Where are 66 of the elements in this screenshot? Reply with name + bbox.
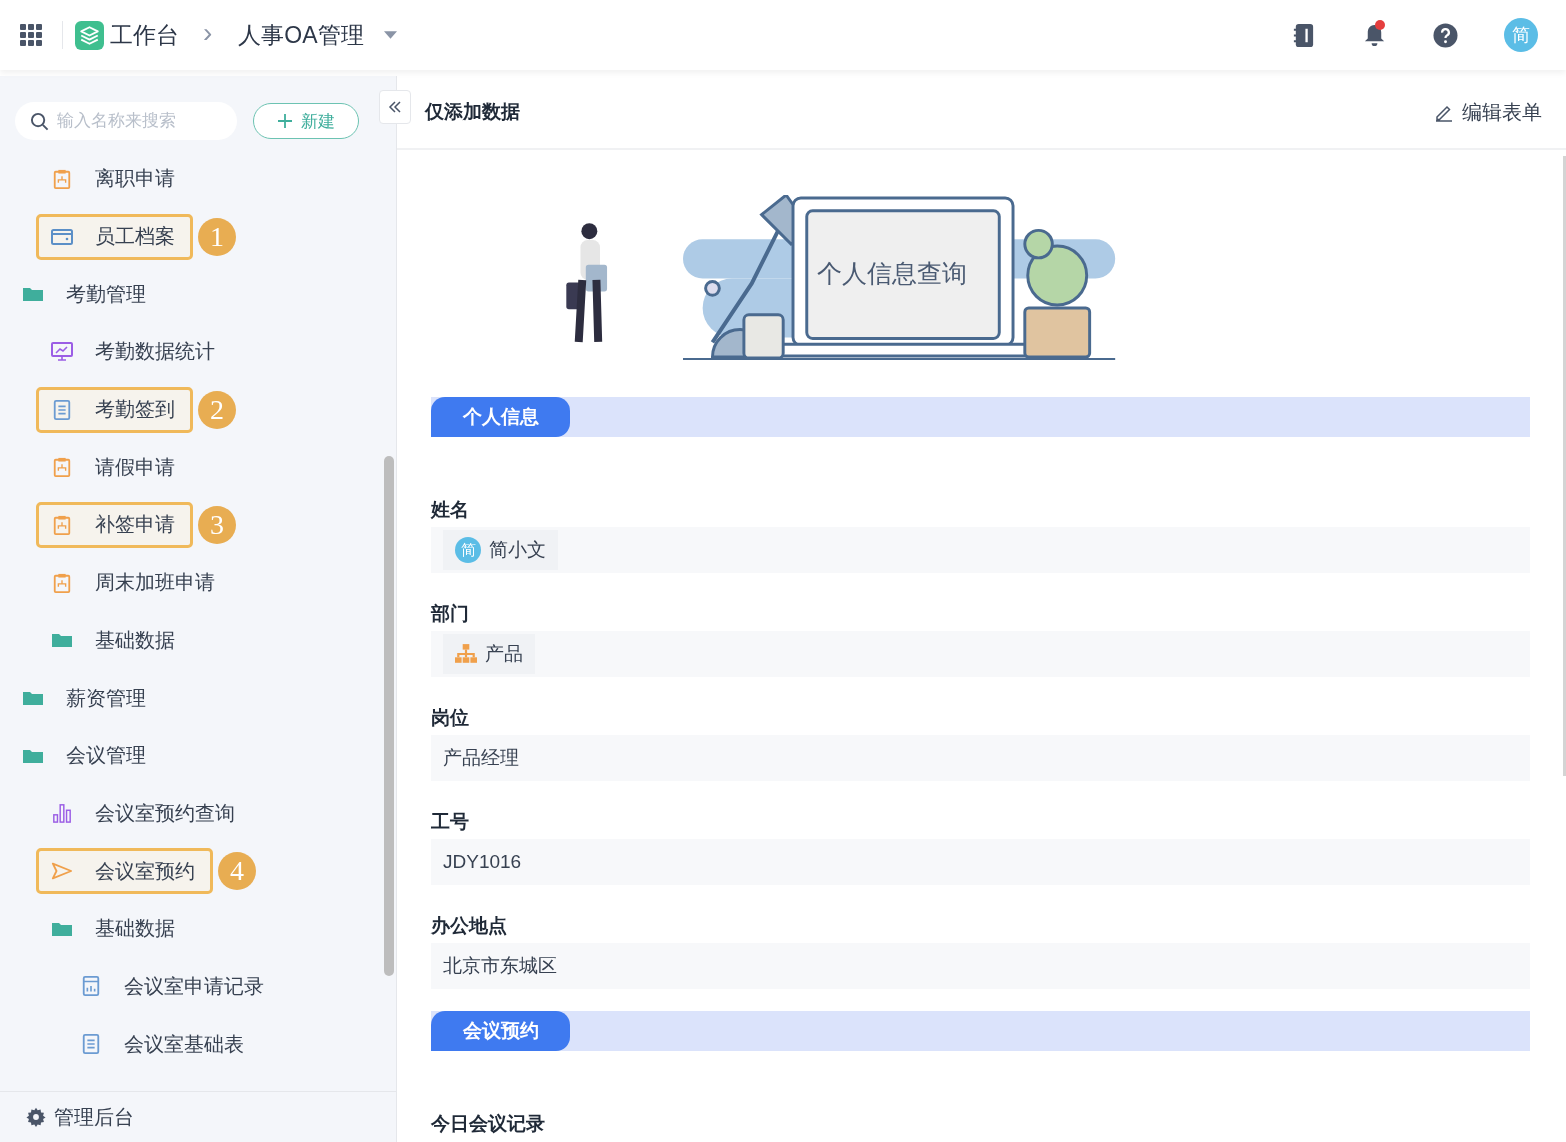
app-name[interactable]: 人事OA管理: [238, 19, 364, 51]
sidebar-item[interactable]: 考勤管理: [22, 271, 146, 318]
help-icon[interactable]: [1433, 22, 1458, 48]
sidebar-item[interactable]: 基础数据: [51, 617, 175, 664]
collapse-button[interactable]: [379, 90, 411, 124]
field-value: 产品经理: [431, 735, 1530, 781]
sidebar-item[interactable]: 考勤数据统计: [51, 328, 215, 375]
search-field[interactable]: 输入名称来搜索: [15, 102, 237, 140]
sidebar-item[interactable]: 会议室预约查询: [51, 790, 235, 837]
double-chevron-left-icon: [387, 99, 403, 115]
edit-form-button[interactable]: 编辑表单: [1434, 98, 1542, 126]
card-icon: [51, 226, 73, 247]
field-value: 北京市东城区: [431, 943, 1530, 989]
clipboard-icon: [51, 572, 73, 593]
user-avatar: 简: [455, 537, 481, 563]
field-label: 部门: [431, 602, 470, 623]
bar-chart-icon: [51, 803, 73, 824]
sidebar-item[interactable]: 离职申请: [51, 155, 175, 202]
field-label: 姓名: [431, 498, 470, 519]
monitor-icon: [51, 341, 73, 362]
app-grid-icon[interactable]: [20, 24, 42, 46]
field-label: 办公地点: [431, 914, 508, 935]
send-icon: [51, 861, 73, 882]
scrollbar[interactable]: [1563, 156, 1566, 776]
sidebar-item[interactable]: 会议室预约: [36, 848, 213, 895]
sidebar-item[interactable]: 考勤签到: [36, 386, 193, 433]
form-title: 仅添加数据: [425, 100, 520, 124]
clipboard-icon: [51, 168, 73, 189]
field-label: 岗位: [431, 706, 470, 727]
sidebar-item[interactable]: 补签申请: [36, 501, 193, 548]
org-chart-icon: [455, 644, 477, 664]
workspace-link[interactable]: 工作台: [110, 19, 179, 51]
admin-link[interactable]: 管理后台: [54, 1103, 134, 1131]
sidebar-item[interactable]: 请假申请: [51, 444, 175, 491]
document-icon: [80, 1034, 102, 1055]
field-label: 工号: [431, 810, 470, 831]
breadcrumb-separator: ›: [203, 17, 213, 49]
sidebar-item[interactable]: 薪资管理: [22, 675, 146, 722]
banner-text: 个人信息查询: [817, 258, 967, 289]
section-title: 个人信息: [431, 397, 570, 437]
caret-icon[interactable]: [383, 30, 397, 40]
notebook-icon[interactable]: [1291, 22, 1316, 48]
department-name: 产品: [485, 642, 523, 666]
sidebar-item[interactable]: 基础数据: [51, 905, 175, 952]
search-icon: [30, 112, 49, 131]
user-name: 简小文: [489, 538, 546, 562]
stacked-layers-logo-icon: [75, 20, 104, 50]
callout-number: 2: [198, 390, 236, 429]
report-icon: [80, 976, 102, 997]
callout-number: 3: [198, 505, 236, 544]
plus-icon: [277, 113, 293, 129]
callout-number: 1: [198, 217, 236, 256]
callout-number: 4: [218, 852, 256, 891]
sidebar-item[interactable]: 会议室基础表: [80, 1021, 244, 1068]
field-value: JDY1016: [431, 839, 1530, 885]
document-icon: [51, 399, 73, 420]
sidebar-item[interactable]: 员工档案: [36, 213, 193, 260]
field-label: 今日会议记录: [431, 1112, 546, 1133]
clipboard-icon: [51, 457, 73, 478]
sidebar-item[interactable]: 会议管理: [22, 732, 146, 779]
scrollbar[interactable]: [384, 456, 394, 976]
section-title: 会议预约: [431, 1011, 570, 1051]
sidebar-item[interactable]: 周末加班申请: [51, 559, 215, 606]
clipboard-icon: [51, 514, 73, 535]
settings-icon[interactable]: [26, 1107, 46, 1127]
sidebar-item[interactable]: 会议室申请记录: [80, 963, 264, 1010]
